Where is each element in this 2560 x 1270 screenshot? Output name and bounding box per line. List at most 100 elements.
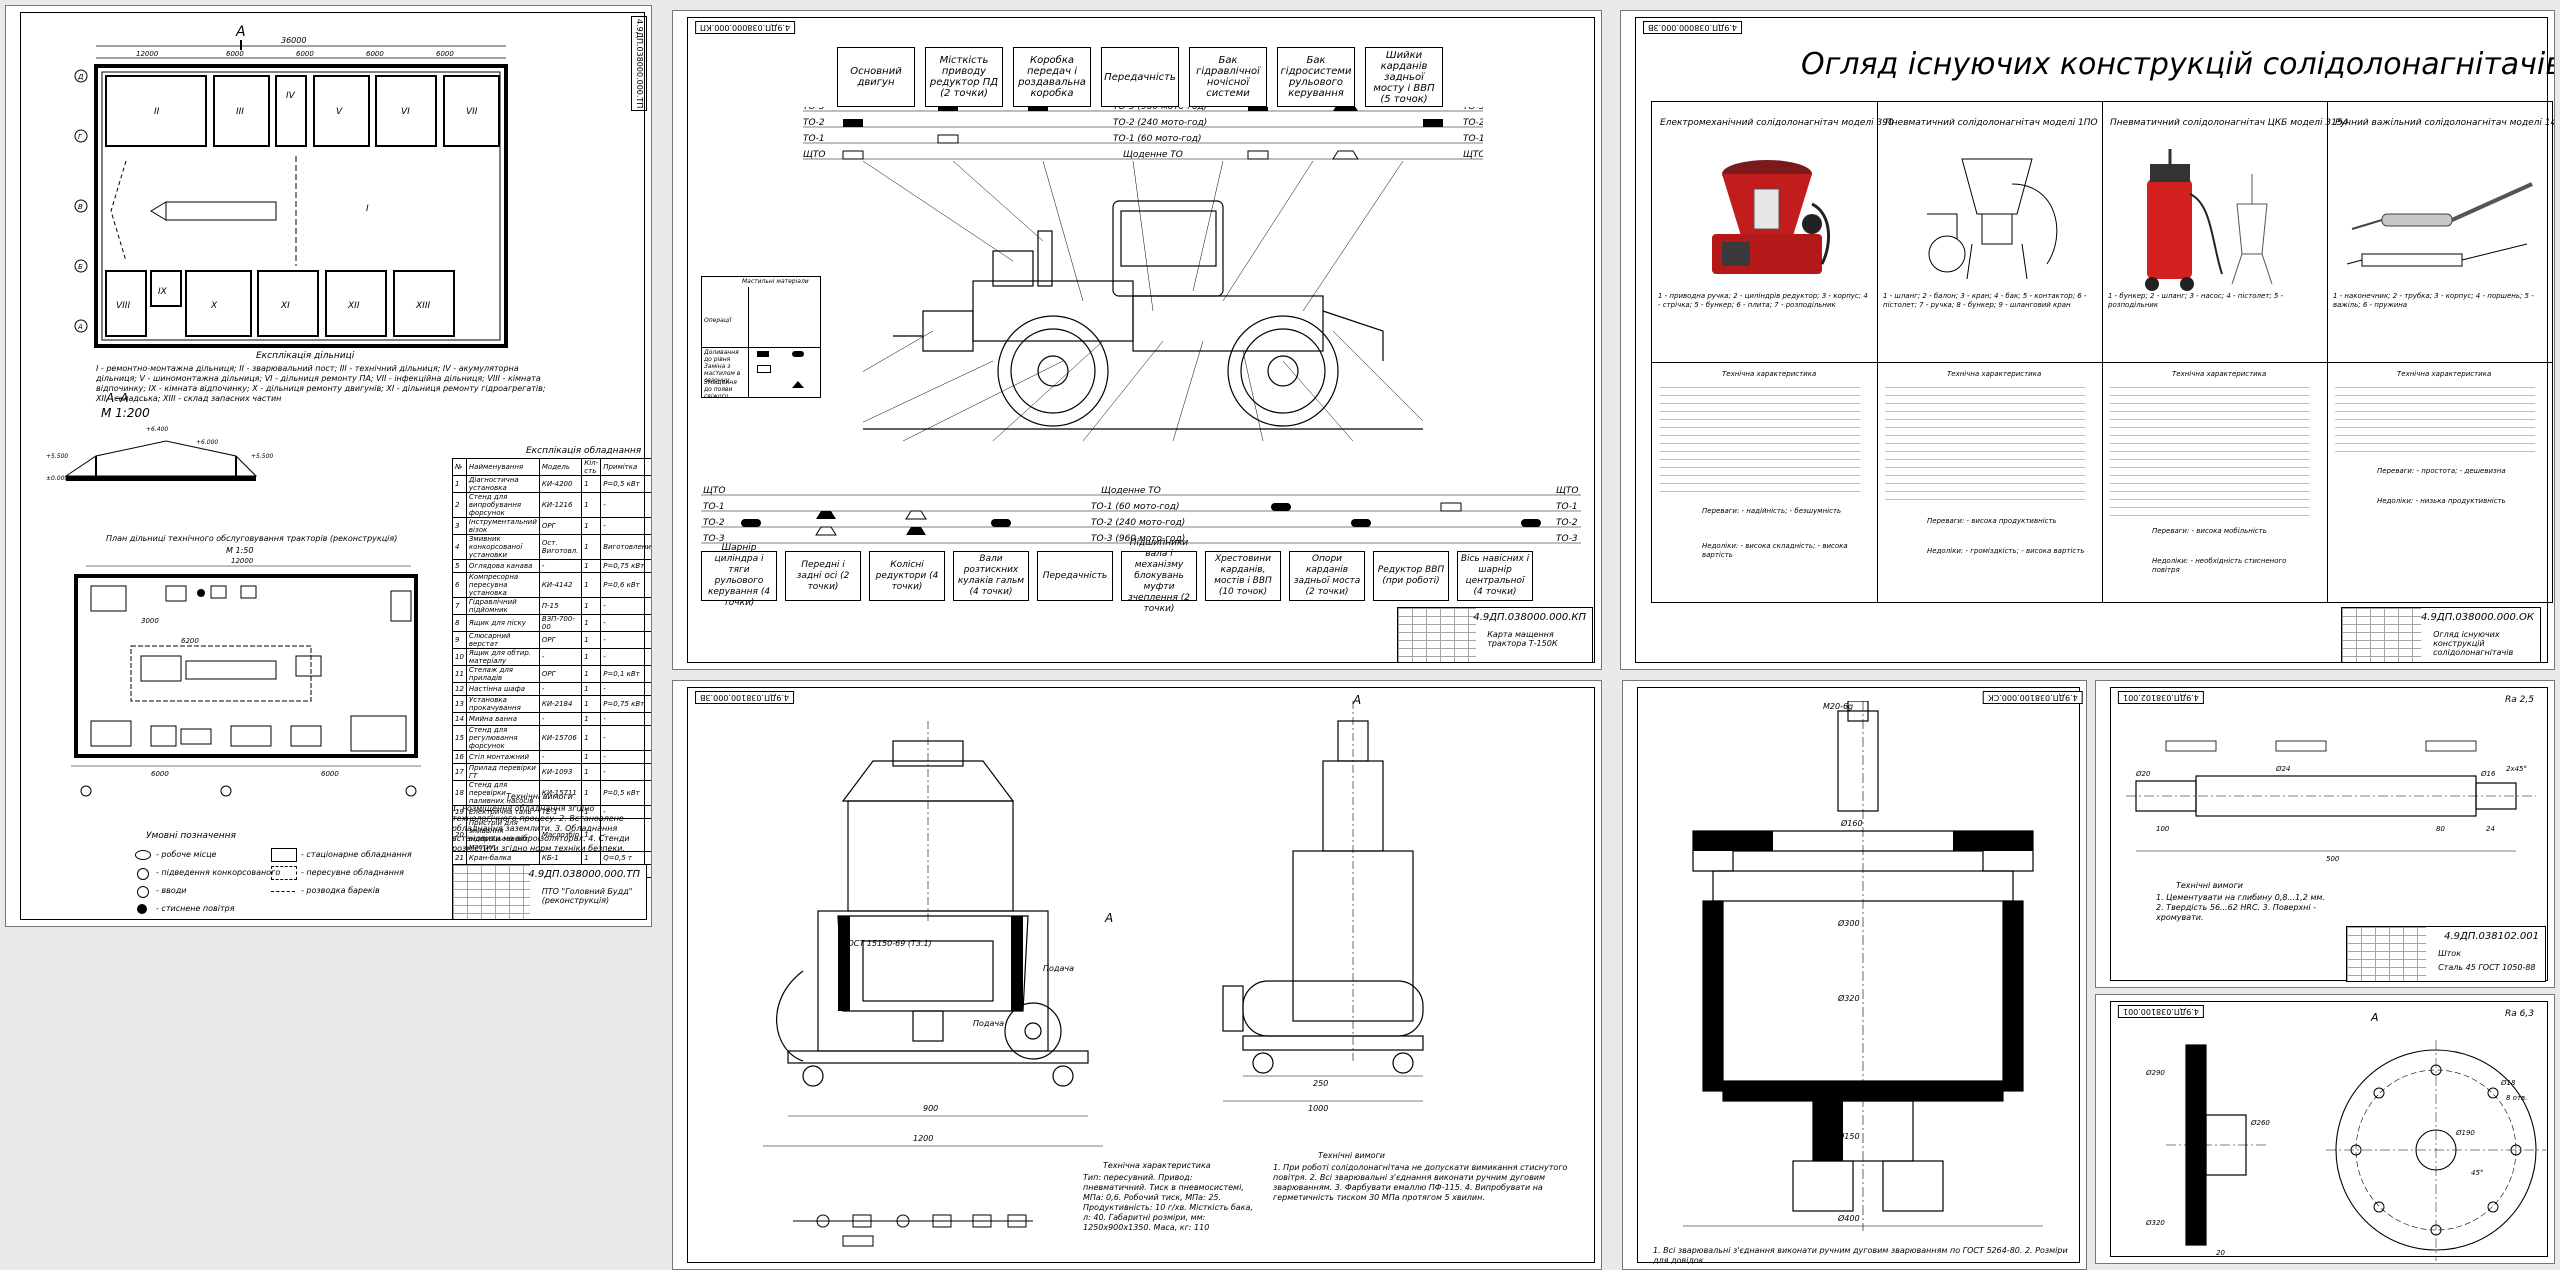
spec-cell: - — [600, 648, 651, 666]
spec-row: 5 Оглядова канава -1 Р=0,75 кВт — [452, 559, 651, 573]
svg-text:±0.000: ±0.000 — [46, 475, 68, 482]
point-brake-shafts: Вали розтискних кулаків гальм (4 точки) — [953, 551, 1029, 601]
svg-text:XIII: XIII — [415, 301, 430, 311]
svg-text:IX: IX — [158, 287, 168, 297]
spec-cell: ВЗП-700-00 — [538, 614, 583, 632]
notes-title: Технічні вимоги — [506, 792, 573, 801]
floor-plan: А 36000 12000 6000 6000 6000 6000 II III… — [74, 24, 508, 348]
spec-cell: - — [600, 763, 651, 781]
svg-text:ТО-2: ТО-2 — [703, 518, 725, 528]
svg-text:Ø18: Ø18 — [2500, 1079, 2516, 1087]
design-caption: 1 - приводна ручка; 2 - циліндрів редукт… — [1658, 292, 1868, 309]
spec-cell: П-15 — [538, 597, 583, 615]
title-block: 4.9ДП.038000.000.ТП ПТО "Головний Будд" … — [452, 864, 647, 920]
spec-cell: - — [600, 517, 651, 535]
svg-text:Ø320: Ø320 — [2145, 1219, 2165, 1227]
section-title: А–А — [106, 391, 129, 405]
spec-cell: 1 — [581, 597, 602, 615]
spec-cell: КИ-1093 — [538, 763, 583, 781]
sheet-title: Огляд існуючих конструкцій солідолонагні… — [1801, 47, 2555, 82]
svg-text:ТО-1 (60 мото-год): ТО-1 (60 мото-год) — [1091, 502, 1180, 512]
svg-text:Б: Б — [78, 263, 83, 271]
spec-cell: Слюсарний верстат — [465, 631, 540, 649]
svg-text:Д: Д — [77, 73, 84, 81]
advantages: Переваги: - висока мобільність — [2152, 527, 2267, 535]
svg-text:45°: 45° — [2471, 1169, 2483, 1177]
manual-greaser-image — [2346, 182, 2533, 267]
spec-cell: - — [538, 750, 583, 764]
svg-text:ТО-2: ТО-2 — [1463, 118, 1483, 128]
spec-cell: 1 — [581, 517, 602, 535]
svg-text:+5.500: +5.500 — [251, 453, 273, 460]
view-label: А — [1105, 911, 1114, 925]
svg-text:6000: 6000 — [226, 50, 244, 58]
spec-cell: Р=0,5 кВт — [600, 475, 651, 493]
spec-row: 3 Інструментальний візок ОРГ 1- — [452, 517, 651, 535]
spec-cell: - — [600, 597, 651, 615]
assembly-side-view: 250 1000 — [1222, 701, 1424, 1113]
spec-cell: Діагностична установка — [465, 475, 540, 493]
spec-cell: Р=0,75 кВт — [600, 559, 651, 573]
design-heading: Пневматичний солідолонагнітач моделі 1ПО — [1885, 118, 2098, 128]
spec-cell: Р=0,1 кВт — [600, 665, 651, 683]
stamp: 4.9ДП.038000.000.КП — [695, 21, 796, 34]
svg-text:6000: 6000 — [151, 770, 169, 778]
svg-text:ЩТО: ЩТО — [1463, 150, 1483, 160]
svg-text:6000: 6000 — [321, 770, 339, 778]
tractor-drawing — [863, 161, 1423, 441]
lubricant-legend: Мастильні матеріали Операції Доливання д… — [701, 276, 821, 400]
point-wheel-reducers: Колісні редуктори (4 точки) — [869, 551, 945, 601]
spec-cell: Прилад перевірки ГТ — [465, 763, 540, 781]
spec-cell: - — [600, 750, 651, 764]
spec-cell: Установка прокачування — [465, 695, 540, 713]
title-block: 4.9ДП.038102.001 Шток Сталь 45 ГОСТ 1050… — [2346, 926, 2546, 982]
point-transmission-3: Передачність — [1037, 551, 1113, 601]
spec-cell: Інструментальний візок — [465, 517, 540, 535]
spec-cell: - — [600, 492, 651, 518]
svg-text:500: 500 — [2326, 855, 2340, 863]
sheet-existing-designs: 4.9ДП.038000.000.ЗВ Огляд існуючих конст… — [1620, 10, 2555, 670]
top-schedule: ТО-3 ТО-2 ТО-1 ЩТО ТО-3 ТО-2 ТО-1 ЩТО ТО-3 (… — [803, 107, 1483, 160]
spec-cell: 18 — [452, 780, 467, 806]
svg-text:+5.500: +5.500 — [46, 453, 68, 460]
spec-cell: Стенд для регулювання форсунок — [465, 725, 540, 751]
spec-cell: Мийна ванна — [465, 712, 540, 726]
spec-cell: Настінна шафа — [465, 682, 540, 696]
point-axles: Передні і задні осі (2 точки) — [785, 551, 861, 601]
section-mark: А — [235, 24, 246, 40]
spec-row: 6 Компресорна пересувна установка КИ-4142 1… — [452, 572, 651, 598]
spec-cell: Р=0,5 кВт — [600, 780, 651, 806]
spec-row: 4 Змивник конкорсованої установки Ост. Виг… — [452, 534, 651, 560]
point-clutch-bearings: Підшипники вала і механізму блокувань му… — [1121, 538, 1197, 614]
design-caption: 1 - наконечник; 2 - трубка; 3 - корпус; … — [2333, 292, 2534, 309]
svg-text:ГОСТ 15150-69 (Т3.1): ГОСТ 15150-69 (Т3.1) — [843, 939, 932, 948]
spec-title: Експлікація обладнання — [526, 446, 642, 456]
svg-text:3000: 3000 — [141, 617, 159, 625]
tech-title: Технічна характеристика — [1103, 1161, 1211, 1170]
spec-cell: ОРГ — [538, 517, 583, 535]
advantages: Переваги: - простота; - дешевизна — [2377, 467, 2506, 475]
spec-cell: 3 — [452, 517, 467, 535]
svg-text:ТО-2: ТО-2 — [803, 118, 825, 128]
svg-text:ТО-1 (60 мото-год): ТО-1 (60 мото-год) — [1113, 134, 1202, 144]
spec-cell: 1 — [581, 534, 602, 560]
svg-text:+6.000: +6.000 — [196, 439, 218, 446]
sheet-pump-section: 4.9ДП.038100.000.СК М20-6g Ø160 Ø300 Ø32… — [1622, 680, 2087, 1270]
spec-row: 12 Настінна шафа -1- — [452, 682, 651, 696]
svg-text:Ø290: Ø290 — [2145, 1069, 2165, 1077]
spec-cell: 1 — [581, 712, 602, 726]
spec-row: 16 Стіл монтажний -1- — [452, 750, 651, 764]
svg-text:Г: Г — [78, 133, 83, 141]
spec-cell: 16 — [452, 750, 467, 764]
svg-text:VIII: VIII — [116, 301, 130, 311]
notes: 1. Цементувати на глибину 0,8...1,2 мм. … — [2156, 893, 2325, 922]
layout-title: План дільниці технічного обслуговування … — [106, 534, 398, 543]
svg-text:6000: 6000 — [436, 50, 454, 58]
legend: - робоче місце - підведення конкорсовано… — [131, 846, 431, 916]
drawbacks: Недоліки: - громіздкість; - висока варті… — [1927, 547, 2085, 555]
svg-text:Ø160: Ø160 — [1840, 818, 1863, 828]
spec-cell: 1 — [581, 682, 602, 696]
spec-cell: 17 — [452, 763, 467, 781]
svg-text:V: V — [336, 107, 343, 117]
svg-text:ТО-3: ТО-3 — [1556, 534, 1578, 544]
